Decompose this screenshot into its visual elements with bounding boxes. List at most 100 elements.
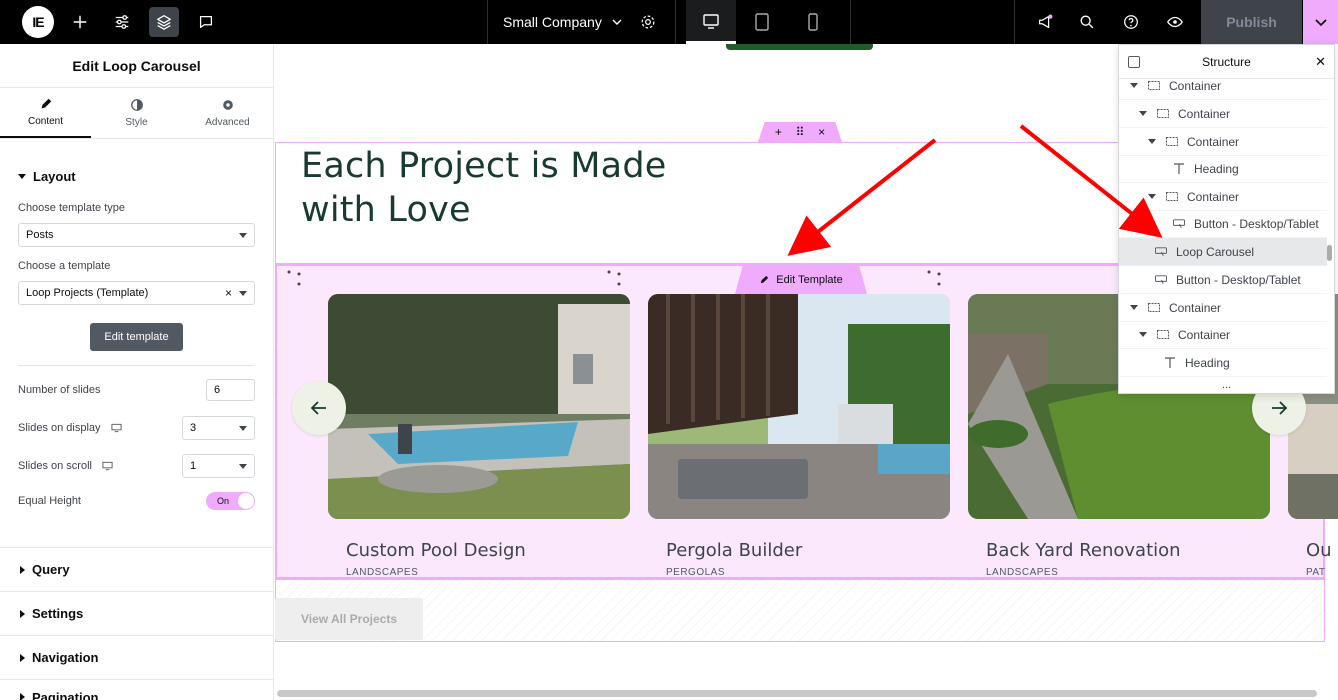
chat-bubble-icon (199, 15, 213, 29)
expand-caret-icon[interactable] (1139, 111, 1147, 116)
divider (18, 365, 255, 366)
structure-item-button[interactable]: Button - Desktop/Tablet (1119, 210, 1327, 238)
control-label-group: Slides on scroll (18, 460, 113, 472)
dropdown-arrow-icon (239, 463, 247, 469)
card-category: LANDSCAPES (346, 567, 419, 578)
chevron-down-icon (1314, 19, 1327, 27)
navigation-section-toggle[interactable]: Navigation (0, 635, 274, 679)
structure-item-label: Container (1169, 300, 1222, 315)
query-section-toggle[interactable]: Query (0, 547, 274, 591)
desktop-view-button[interactable] (686, 0, 736, 44)
structure-item-container[interactable]: Container (1119, 183, 1327, 211)
structure-item-container[interactable]: Container (1119, 100, 1327, 128)
close-icon[interactable]: × (818, 125, 825, 139)
pagination-section-toggle[interactable]: Pagination (0, 679, 274, 700)
green-button-edge[interactable] (726, 44, 873, 50)
publish-options-button[interactable] (1303, 0, 1338, 44)
publish-button[interactable]: Publish (1201, 0, 1302, 44)
tag-label: Edit Template (776, 273, 843, 286)
structure-item-heading[interactable]: Heading (1119, 155, 1327, 183)
divider (675, 0, 676, 44)
structure-item-button[interactable]: Button - Desktop/Tablet (1119, 266, 1327, 294)
layout-section-toggle[interactable]: Layout (0, 154, 273, 198)
megaphone-icon (1038, 14, 1053, 29)
site-dropdown[interactable]: Small Company (503, 0, 624, 44)
view-all-projects-button[interactable]: View All Projects (275, 598, 423, 640)
desktop-icon[interactable] (111, 423, 122, 433)
expand-caret-icon[interactable] (1148, 194, 1156, 199)
search-button[interactable] (1072, 7, 1102, 37)
expand-caret-icon[interactable] (1139, 332, 1147, 337)
preview-button[interactable] (1160, 7, 1190, 37)
structure-item-container[interactable]: Container (1119, 294, 1327, 322)
tablet-view-button[interactable] (737, 0, 787, 44)
tab-style[interactable]: Style (91, 88, 182, 138)
elementor-logo[interactable]: IE (22, 6, 54, 38)
edit-template-button[interactable]: Edit template (90, 323, 183, 351)
carousel-card[interactable]: Custom Pool Design LANDSCAPES (328, 294, 630, 578)
structure-more-handle[interactable]: ... (1222, 379, 1231, 391)
site-settings-button[interactable] (107, 7, 137, 37)
structure-item-loop-carousel[interactable]: Loop Carousel (1119, 238, 1327, 266)
drag-handle-icon[interactable]: ⠿ (796, 125, 805, 139)
structure-item-label: Container (1187, 134, 1240, 149)
heading-line: Each Project is Made (301, 146, 667, 186)
clear-icon[interactable]: × (225, 286, 232, 300)
page-heading[interactable]: Each Project is Made with Love (301, 144, 666, 232)
panel-toggle-icon[interactable] (1128, 56, 1140, 68)
expand-caret-icon[interactable] (1130, 83, 1138, 88)
expand-caret-icon[interactable] (1130, 305, 1138, 310)
structure-item-container[interactable]: Container (1119, 72, 1327, 100)
add-icon[interactable]: + (775, 125, 782, 139)
carousel-prev-button[interactable] (292, 381, 346, 435)
structure-item-container[interactable]: Container (1119, 321, 1327, 349)
mobile-view-button[interactable] (788, 0, 838, 44)
desktop-icon[interactable] (102, 461, 113, 471)
edit-template-tag[interactable]: Edit Template (735, 265, 867, 294)
template-select[interactable]: Loop Projects (Template) × (18, 281, 255, 305)
structure-scrollbar[interactable] (1327, 245, 1332, 261)
settings-section-toggle[interactable]: Settings (0, 591, 274, 635)
comments-button[interactable] (191, 7, 221, 37)
view-all-container[interactable] (275, 579, 1325, 642)
section-title: Navigation (32, 650, 99, 665)
select-controls: × (225, 286, 247, 300)
structure-item-label: Loop Carousel (1176, 244, 1255, 259)
toggle-knob (238, 493, 254, 509)
dropdown-arrow-icon (239, 290, 247, 296)
expand-caret-icon[interactable] (1148, 139, 1156, 144)
template-type-select[interactable]: Posts (18, 223, 255, 247)
slides-on-scroll-select[interactable]: 1 (182, 454, 255, 478)
tab-content[interactable]: Content (0, 88, 91, 138)
structure-button[interactable] (149, 7, 179, 37)
number-of-slides-input[interactable]: 6 (206, 379, 255, 401)
page-settings-button[interactable] (633, 7, 663, 37)
add-element-button[interactable] (65, 7, 95, 37)
close-icon[interactable]: ✕ (1315, 54, 1326, 70)
layers-icon (157, 15, 171, 30)
pool-photo (328, 294, 630, 519)
equal-height-toggle[interactable]: On (206, 492, 255, 510)
slides-on-display-select[interactable]: 3 (182, 416, 255, 440)
container-icon (1166, 137, 1178, 147)
structure-item-container[interactable]: Container (1119, 128, 1327, 156)
resize-handle-icon (607, 270, 621, 286)
structure-item-label: Button - Desktop/Tablet (1176, 272, 1301, 287)
top-bar: IE Small Company Publish (0, 0, 1338, 44)
site-name: Small Company (503, 14, 602, 30)
tablet-icon (755, 13, 769, 31)
structure-item-label: Container (1169, 78, 1222, 93)
carousel-card[interactable]: Pergola Builder PERGOLAS (648, 294, 950, 578)
plus-icon (73, 15, 87, 29)
structure-item-heading[interactable]: Heading (1119, 349, 1327, 377)
gear-icon (222, 100, 233, 110)
help-button[interactable] (1116, 7, 1146, 37)
card-category: PERGOLAS (666, 567, 726, 578)
card-image-pergola (648, 294, 950, 519)
tab-advanced[interactable]: Advanced (182, 88, 273, 138)
whats-new-button[interactable] (1030, 7, 1060, 37)
caret-right-icon (20, 609, 25, 618)
horizontal-scrollbar[interactable] (277, 690, 1317, 697)
container-icon (1157, 330, 1169, 340)
structure-item-label: Container (1178, 106, 1231, 121)
